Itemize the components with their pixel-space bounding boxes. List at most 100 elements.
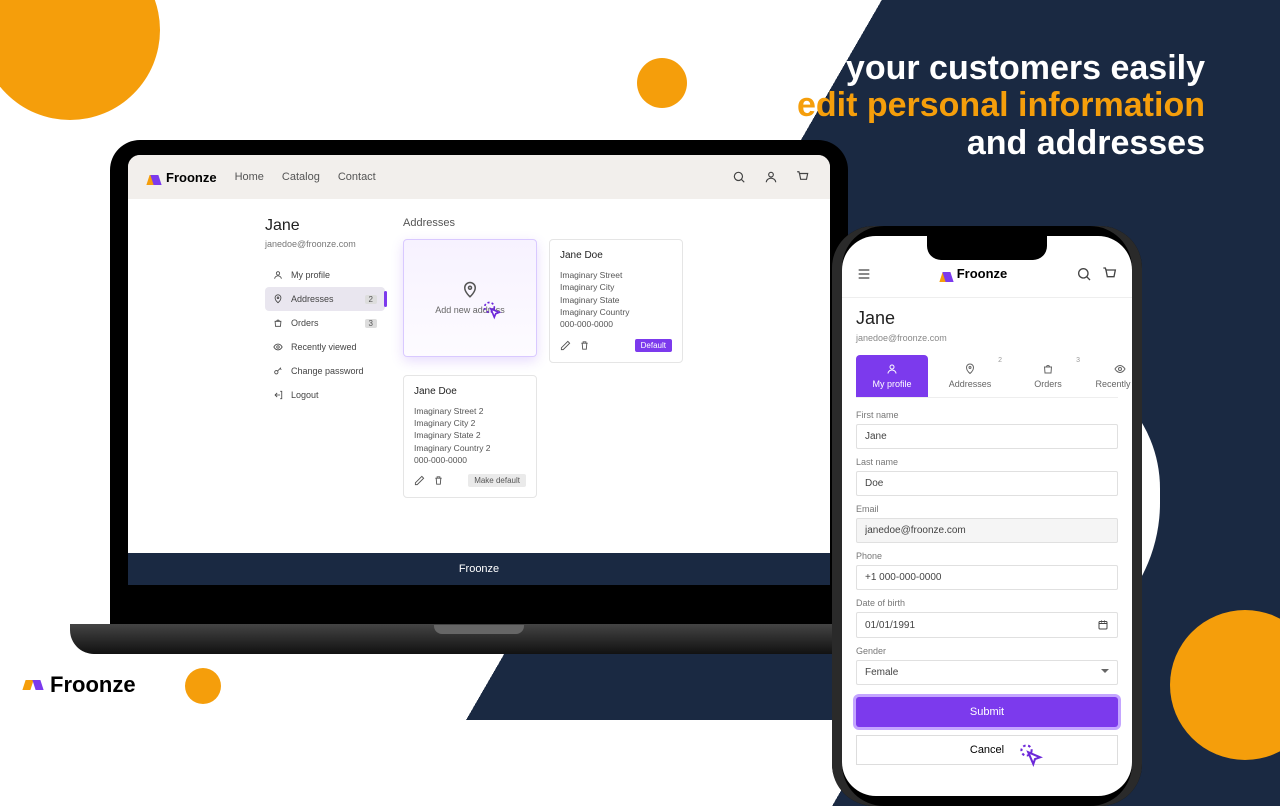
headline-line2: edit personal information [785,87,1205,124]
tab-profile[interactable]: My profile [856,355,928,397]
nav-brand[interactable]: Froonze [148,170,217,185]
address-line: Imaginary State 2 [414,429,526,441]
sidebar-item-logout[interactable]: Logout [265,383,385,407]
count-badge: 3 [365,319,377,328]
tab-label: Addresses [949,379,992,389]
trash-icon[interactable] [579,340,590,351]
phone-input[interactable] [856,565,1118,590]
sidebar-label: My profile [291,270,330,280]
sidebar-item-orders[interactable]: Orders 3 [265,311,385,335]
orange-circle [185,668,221,704]
tab-addresses[interactable]: 2 Addresses [934,355,1006,397]
gender-value: Female [865,667,898,678]
email-input[interactable] [856,518,1118,543]
bag-icon [273,318,283,328]
add-address-card[interactable]: Add new address [403,239,537,357]
hero-headline: Let your customers easily edit personal … [785,50,1205,162]
user-email: janedoe@froonze.com [265,239,385,249]
search-icon[interactable] [732,170,746,184]
orange-circle [0,0,160,120]
cart-icon[interactable] [1102,266,1118,282]
brand-text: Froonze [957,266,1008,281]
phone-tabs: My profile 2 Addresses 3 Orders Recently… [856,355,1118,398]
laptop-base [70,624,888,654]
menu-icon[interactable] [856,266,872,282]
eye-icon [1114,363,1126,375]
count-badge: 3 [1076,357,1080,364]
profile-form: First name Last name Email Phone Date of… [856,410,1118,765]
address-card-default: Jane Doe Imaginary Street Imaginary City… [549,239,683,363]
addresses-section: Addresses Add new address Jane Doe Imagi… [403,217,693,535]
address-line: Imaginary Country [560,306,672,318]
first-name-input[interactable] [856,424,1118,449]
user-name: Jane [265,217,385,235]
trash-icon[interactable] [433,475,444,486]
phone-label: Phone [856,551,1118,561]
logo-icon [24,676,42,694]
address-line: Imaginary Country 2 [414,442,526,454]
pin-icon [273,294,283,304]
address-line: Imaginary Street 2 [414,405,526,417]
laptop-nav: Froonze Home Catalog Contact [128,155,830,199]
bag-icon [1042,363,1054,375]
dob-input[interactable]: 01/01/1991 [856,612,1118,638]
sidebar-item-addresses[interactable]: Addresses 2 [265,287,385,311]
cursor-click-icon [481,299,509,327]
address-card: Jane Doe Imaginary Street 2 Imaginary Ci… [403,375,537,499]
sidebar-item-profile[interactable]: My profile [265,263,385,287]
nav-link-home[interactable]: Home [235,171,264,183]
address-line: 000-000-0000 [560,318,672,330]
last-name-label: Last name [856,457,1118,467]
sidebar: Jane janedoe@froonze.com My profile Addr… [265,217,385,535]
laptop-footer: Froonze [128,553,830,585]
phone-user-name: Jane [856,308,1118,329]
orange-circle [1170,610,1280,760]
laptop-screen: Froonze Home Catalog Contact Jane janedo… [128,155,830,585]
last-name-input[interactable] [856,471,1118,496]
tab-label: My profile [872,379,911,389]
headline-line3: and addresses [785,125,1205,162]
user-icon [273,270,283,280]
user-icon[interactable] [764,170,778,184]
search-icon[interactable] [1076,266,1092,282]
logo-icon [941,268,952,279]
phone-notch [927,236,1047,260]
sidebar-label: Logout [291,390,319,400]
email-label: Email [856,504,1118,514]
dob-label: Date of birth [856,598,1118,608]
tab-recent[interactable]: Recently vie [1090,355,1132,397]
cart-icon[interactable] [796,170,810,184]
section-title: Addresses [403,217,693,229]
phone-frame: Froonze Jane janedoe@froonze.com My prof… [832,226,1142,806]
phone-brand[interactable]: Froonze [941,266,1008,281]
first-name-label: First name [856,410,1118,420]
nav-link-contact[interactable]: Contact [338,171,376,183]
address-line: Imaginary Street [560,269,672,281]
phone-screen: Froonze Jane janedoe@froonze.com My prof… [842,236,1132,796]
sidebar-label: Addresses [291,294,334,304]
user-icon [886,363,898,375]
orange-circle [637,58,687,108]
edit-icon[interactable] [414,475,425,486]
gender-select[interactable]: Female [856,660,1118,685]
tab-label: Recently vie [1095,379,1132,389]
gender-label: Gender [856,646,1118,656]
make-default-button[interactable]: Make default [468,474,526,487]
submit-button[interactable]: Submit [856,697,1118,727]
sidebar-label: Orders [291,318,319,328]
count-badge: 2 [998,357,1002,364]
nav-link-catalog[interactable]: Catalog [282,171,320,183]
brand-name: Froonze [50,672,136,698]
sidebar-label: Recently viewed [291,342,357,352]
sidebar-item-recent[interactable]: Recently viewed [265,335,385,359]
tab-orders[interactable]: 3 Orders [1012,355,1084,397]
address-name: Jane Doe [560,250,672,261]
tab-label: Orders [1034,379,1062,389]
laptop-frame: Froonze Home Catalog Contact Jane janedo… [110,140,848,640]
cancel-button[interactable]: Cancel [856,735,1118,765]
edit-icon[interactable] [560,340,571,351]
key-icon [273,366,283,376]
address-line: Imaginary City [560,281,672,293]
sidebar-item-change-password[interactable]: Change password [265,359,385,383]
logo-icon [148,171,160,183]
